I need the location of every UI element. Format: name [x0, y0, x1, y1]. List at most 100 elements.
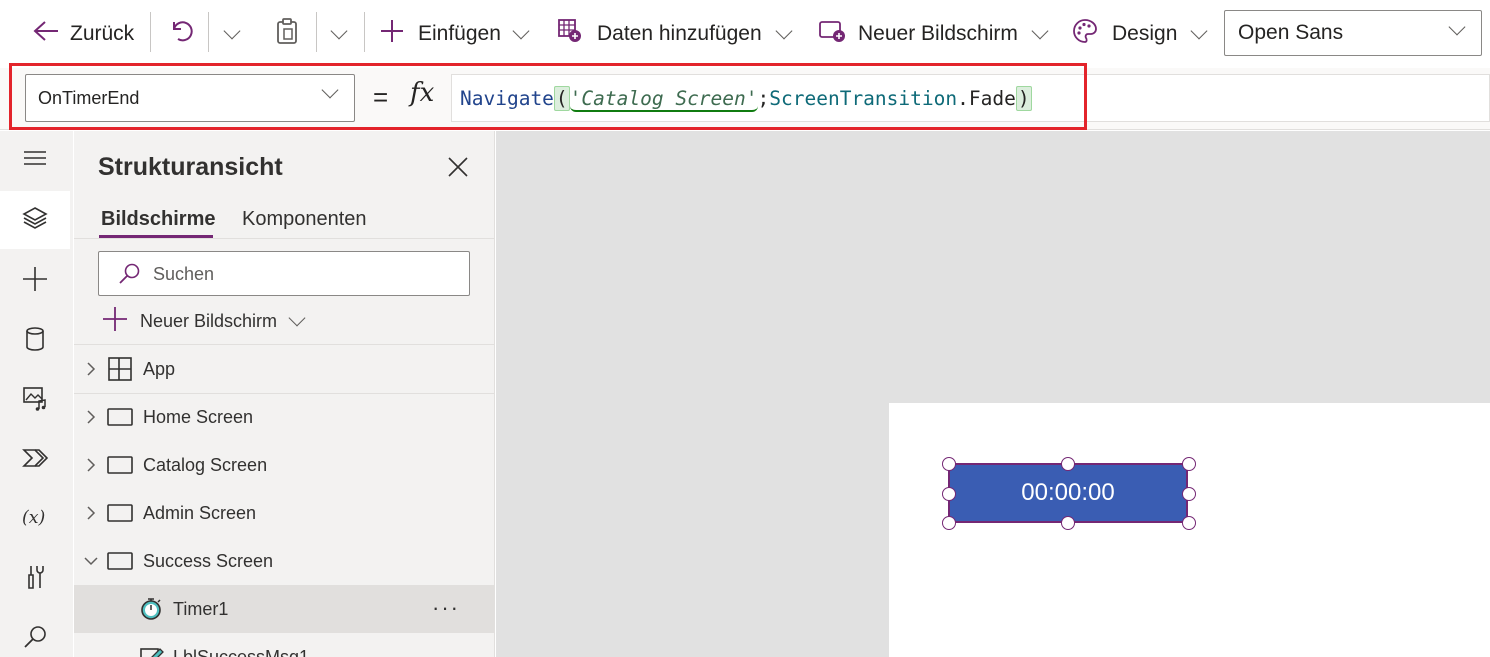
- back-button[interactable]: Zurück: [32, 14, 134, 54]
- chevron-down-icon: [223, 22, 241, 40]
- paste-dropdown-button[interactable]: [330, 14, 348, 54]
- screen-icon: [107, 504, 133, 522]
- font-dropdown[interactable]: Open Sans: [1224, 10, 1482, 56]
- design-canvas[interactable]: 00:00:00: [496, 131, 1490, 657]
- chevron-right-icon[interactable]: [84, 410, 98, 424]
- chevron-right-icon[interactable]: [84, 458, 98, 472]
- app-grid-icon: [108, 357, 132, 381]
- add-data-label: Daten hinzufügen: [597, 22, 762, 45]
- resize-handle-top-left[interactable]: [942, 457, 956, 471]
- chevron-down-icon: [1448, 18, 1466, 36]
- resize-handle-bottom[interactable]: [1061, 516, 1075, 530]
- resize-handle-left[interactable]: [942, 487, 956, 501]
- menu-button[interactable]: [0, 131, 70, 189]
- more-options-button[interactable]: ···: [432, 595, 460, 621]
- design-button[interactable]: Design: [1072, 14, 1208, 54]
- variables-icon: (x): [22, 504, 48, 535]
- tree-item-app[interactable]: App: [74, 345, 494, 393]
- close-panel-button[interactable]: [446, 155, 470, 179]
- rail-data[interactable]: [0, 312, 70, 370]
- app-screen[interactable]: 00:00:00: [889, 403, 1490, 657]
- screen-icon: [107, 552, 133, 570]
- resize-handle-top[interactable]: [1061, 457, 1075, 471]
- timer-text: 00:00:00: [1021, 479, 1115, 506]
- chevron-down-icon: [1031, 22, 1049, 40]
- divider: [316, 12, 317, 52]
- highlight-annotation: [9, 63, 1087, 130]
- tree-item-success-screen[interactable]: Success Screen: [74, 537, 494, 585]
- rail-insert[interactable]: [0, 252, 70, 310]
- resize-handle-top-right[interactable]: [1182, 457, 1196, 471]
- rail-advanced-tools[interactable]: [0, 550, 70, 608]
- new-screen-label: Neuer Bildschirm: [858, 22, 1018, 45]
- insert-label: Einfügen: [418, 22, 501, 45]
- left-rail: (x): [0, 131, 73, 657]
- rail-tree-view[interactable]: [0, 191, 70, 249]
- resize-handle-bottom-left[interactable]: [942, 516, 956, 530]
- database-icon: [22, 326, 48, 357]
- tree-item-label: Home Screen: [143, 406, 254, 427]
- plus-icon: [102, 306, 128, 337]
- search-input[interactable]: Suchen: [98, 251, 470, 296]
- divider: [150, 12, 151, 52]
- rail-media[interactable]: [0, 371, 70, 429]
- tree-item-lblsuccessmsg1[interactable]: LblSuccessMsg1: [74, 633, 494, 657]
- chevron-right-icon[interactable]: [84, 362, 98, 376]
- tab-screens[interactable]: Bildschirme: [101, 208, 215, 231]
- insert-button[interactable]: Einfügen: [380, 14, 530, 54]
- chevron-down-icon[interactable]: [84, 554, 98, 568]
- font-value: Open Sans: [1238, 21, 1344, 44]
- divider: [208, 12, 209, 52]
- chevron-down-icon: [512, 22, 530, 40]
- timer-icon: [141, 598, 161, 620]
- table-add-icon: [557, 18, 583, 50]
- new-screen-button[interactable]: Neuer Bildschirm: [818, 14, 1049, 54]
- search-placeholder: Suchen: [153, 264, 215, 284]
- timer-control[interactable]: 00:00:00: [948, 463, 1188, 523]
- undo-button[interactable]: [168, 14, 194, 54]
- design-label: Design: [1112, 22, 1178, 45]
- chevron-right-icon[interactable]: [84, 506, 98, 520]
- add-data-button[interactable]: Daten hinzufügen: [557, 14, 793, 54]
- back-arrow-icon: [32, 19, 60, 49]
- hamburger-icon: [22, 145, 48, 176]
- tree-item-catalog-screen[interactable]: Catalog Screen: [74, 441, 494, 489]
- palette-icon: [1072, 18, 1098, 50]
- tree-item-timer1[interactable]: Timer1 ···: [74, 585, 494, 633]
- plus-icon: [380, 19, 404, 49]
- tree-item-home-screen[interactable]: Home Screen: [74, 393, 494, 441]
- power-automate-icon: [22, 445, 49, 476]
- clipboard-icon: [274, 17, 300, 51]
- back-label: Zurück: [70, 22, 135, 45]
- rail-search[interactable]: [0, 610, 70, 657]
- label-edit-icon: [140, 648, 164, 657]
- resize-handle-bottom-right[interactable]: [1182, 516, 1196, 530]
- chevron-down-icon: [775, 22, 793, 40]
- svg-text:(x): (x): [22, 508, 45, 528]
- new-screen-icon: [818, 18, 846, 50]
- tab-components[interactable]: Komponenten: [242, 208, 367, 231]
- tree-item-label: Success Screen: [143, 550, 274, 571]
- paste-button[interactable]: [274, 14, 300, 54]
- tree-item-label: LblSuccessMsg1: [173, 646, 310, 657]
- tree-item-label: Catalog Screen: [143, 454, 268, 475]
- resize-handle-right[interactable]: [1182, 487, 1196, 501]
- tools-icon: [22, 564, 48, 595]
- divider: [364, 12, 365, 52]
- rail-variables[interactable]: (x): [0, 490, 70, 548]
- undo-icon: [168, 18, 194, 50]
- screen-icon: [107, 456, 133, 474]
- search-icon: [119, 263, 140, 284]
- tree-view-panel: Strukturansicht Bildschirme Komponenten …: [74, 131, 495, 657]
- tree-item-admin-screen[interactable]: Admin Screen: [74, 489, 494, 537]
- rail-power-automate[interactable]: [0, 431, 70, 489]
- close-icon: [446, 157, 470, 183]
- new-screen-button[interactable]: Neuer Bildschirm: [102, 306, 306, 337]
- chevron-down-icon: [1190, 22, 1208, 40]
- layers-icon: [22, 205, 48, 236]
- panel-title: Strukturansicht: [98, 153, 283, 181]
- tree-item-label: Timer1: [173, 598, 229, 619]
- undo-dropdown-button[interactable]: [223, 14, 241, 54]
- new-screen-label: Neuer Bildschirm: [140, 310, 278, 331]
- chevron-down-icon: [330, 22, 348, 40]
